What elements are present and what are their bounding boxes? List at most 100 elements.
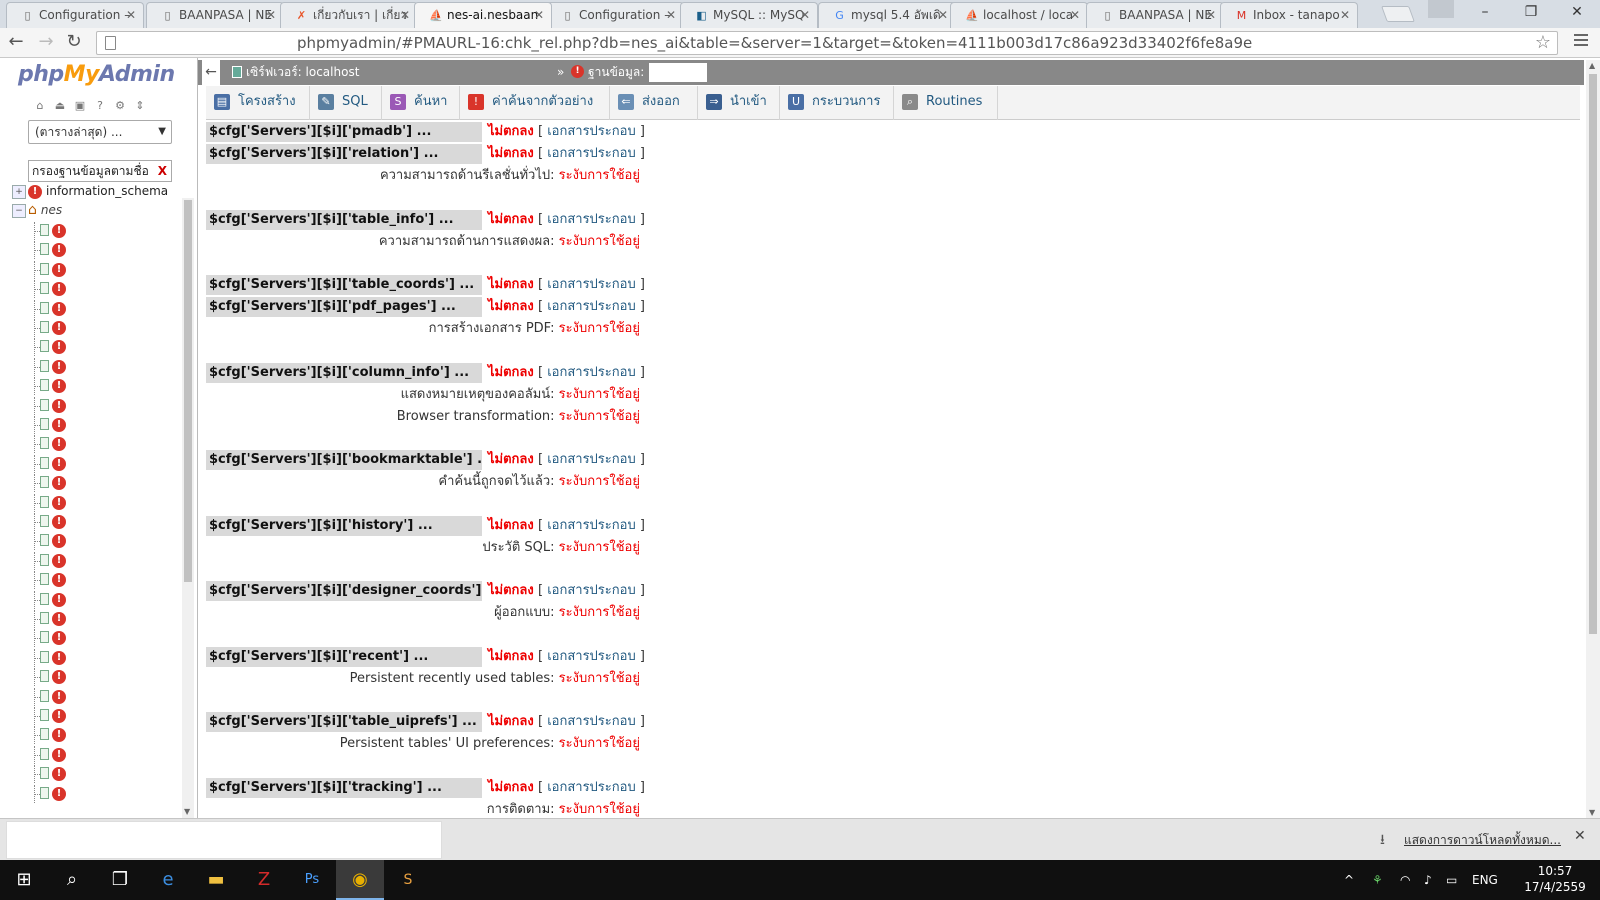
collapse-icon[interactable]: −	[12, 203, 26, 218]
search-icon[interactable]: ⌕	[48, 860, 96, 900]
tab-sql[interactable]: ✎ SQL	[310, 86, 382, 120]
table-tree-item[interactable]: !	[34, 474, 70, 493]
breadcrumb-server[interactable]: เซิร์ฟเวอร์: localhost	[246, 60, 359, 85]
wifi-icon[interactable]: ◠	[1400, 860, 1410, 900]
browser-tab[interactable]: ⛵ localhost / loca ✕	[950, 2, 1088, 28]
table-icon[interactable]	[40, 359, 49, 372]
table-icon[interactable]	[40, 224, 49, 236]
edge-icon[interactable]: e	[144, 860, 192, 900]
table-icon[interactable]	[40, 340, 49, 353]
clock[interactable]: 10:57 17/4/2559	[1520, 863, 1590, 895]
table-tree-item[interactable]: !	[34, 532, 70, 551]
tab-import[interactable]: ⇒ นำเข้า	[698, 86, 780, 120]
table-tree-item[interactable]: !	[34, 357, 70, 376]
table-icon[interactable]	[40, 728, 49, 741]
table-icon[interactable]	[40, 767, 49, 780]
db-tree-item-information-schema[interactable]: +! information_schema	[12, 182, 168, 201]
table-icon[interactable]	[40, 418, 49, 430]
close-icon[interactable]: ✕	[534, 3, 544, 28]
browser-tab[interactable]: ▯ BAANPASA | NE ✕	[1086, 2, 1224, 28]
table-tree-item[interactable]: !	[34, 551, 70, 570]
table-tree-item[interactable]: !	[34, 610, 70, 628]
table-tree-item[interactable]: !	[34, 377, 70, 396]
nav-scrollbar[interactable]: ▼	[182, 198, 194, 818]
table-tree-item[interactable]: !	[34, 260, 70, 279]
close-icon[interactable]: ✕	[938, 3, 948, 28]
db-tree-item-nes[interactable]: − ⌂ nes	[12, 201, 62, 220]
browser-tab[interactable]: ▯ BAANPASA | NE ✕	[146, 2, 284, 28]
home-icon[interactable]: ⌂	[32, 98, 48, 113]
browser-tab[interactable]: Gmysql 5.4 อัพเดิ ✕	[818, 2, 956, 28]
browser-tab[interactable]: ✗ เกี่ยวกับเรา | เกี่ยว ✕	[280, 2, 418, 28]
profile-button[interactable]	[1428, 0, 1454, 18]
sync-icon[interactable]: ⇕	[132, 98, 148, 113]
docs-icon[interactable]: ?	[92, 98, 108, 113]
table-tree-item[interactable]: !	[34, 687, 70, 706]
action-center-icon[interactable]: ▭	[1446, 860, 1457, 900]
file-explorer-icon[interactable]: ▬	[192, 860, 240, 900]
table-tree-item[interactable]: !	[34, 648, 70, 667]
browser-tab[interactable]: ▯ Configuration – ✕	[546, 2, 684, 28]
table-icon[interactable]	[40, 592, 49, 605]
scroll-up-icon[interactable]: ▲	[1589, 61, 1595, 70]
documentation-link[interactable]: เอกสารประกอบ	[547, 212, 636, 227]
tab-search[interactable]: S ค้นหา	[382, 86, 460, 120]
table-icon[interactable]	[40, 553, 49, 566]
main-scrollbar[interactable]: ▲ ▼	[1586, 60, 1600, 818]
close-icon[interactable]: ✕	[800, 3, 810, 28]
table-tree-item[interactable]: !	[34, 222, 70, 240]
table-tree-item[interactable]: !	[34, 571, 70, 590]
download-item[interactable]	[6, 821, 442, 859]
table-tree-item[interactable]: !	[34, 241, 70, 260]
table-icon[interactable]	[40, 612, 49, 624]
tray-chevron-icon[interactable]: ^	[1344, 860, 1354, 900]
close-icon[interactable]: ✕	[666, 3, 676, 28]
table-icon[interactable]	[40, 301, 49, 314]
table-tree-item[interactable]: !	[34, 590, 70, 609]
query-window-icon[interactable]: ▣	[72, 98, 88, 113]
documentation-link[interactable]: เอกสารประกอบ	[547, 714, 636, 729]
filter-clear-button[interactable]: X	[158, 161, 167, 181]
table-tree-item[interactable]: !	[34, 493, 70, 512]
table-icon[interactable]	[40, 534, 49, 547]
table-tree-item[interactable]: !	[34, 513, 70, 531]
table-icon[interactable]	[40, 437, 49, 450]
maximize-button[interactable]: ❐	[1508, 0, 1554, 26]
photoshop-icon[interactable]: Ps	[288, 860, 336, 900]
show-all-downloads-link[interactable]: แสดงการดาวน์โหลดทั้งหมด...	[1404, 831, 1561, 850]
forward-button[interactable]: →	[34, 31, 58, 55]
tab-export[interactable]: ⇐ ส่งออก	[610, 86, 698, 120]
table-icon[interactable]	[40, 495, 49, 508]
task-view-icon[interactable]: ❐	[96, 860, 144, 900]
close-icon[interactable]: ✕	[1070, 3, 1080, 28]
table-icon[interactable]	[40, 573, 49, 586]
table-icon[interactable]	[40, 650, 49, 663]
documentation-link[interactable]: เอกสารประกอบ	[547, 277, 636, 292]
scroll-down-icon[interactable]: ▼	[184, 807, 190, 816]
scroll-thumb[interactable]	[1589, 74, 1597, 634]
table-icon[interactable]	[40, 786, 49, 799]
browser-menu-icon[interactable]	[1574, 34, 1588, 48]
scroll-thumb[interactable]	[184, 200, 192, 582]
table-icon[interactable]	[40, 689, 49, 702]
table-tree-item[interactable]: !	[34, 454, 70, 473]
table-tree-item[interactable]: !	[34, 319, 70, 337]
back-button[interactable]: ←	[4, 31, 28, 55]
documentation-link[interactable]: เอกสารประกอบ	[547, 452, 636, 467]
recent-tables-select[interactable]: (ตารางล่าสุด) ... ▼	[28, 120, 172, 144]
table-tree-item[interactable]: !	[34, 280, 70, 299]
table-icon[interactable]	[40, 398, 49, 411]
reload-button[interactable]: ↻	[62, 31, 86, 55]
tab-query[interactable]: ! ค่าค้นจากตัวอย่าง	[460, 86, 610, 120]
browser-tab[interactable]: ▯ Configuration – ✕	[6, 2, 144, 28]
start-button[interactable]: ⊞	[0, 860, 48, 900]
table-tree-item[interactable]: !	[34, 668, 70, 687]
sublime-icon[interactable]: S	[384, 860, 432, 900]
collapse-nav-button[interactable]: ←	[202, 60, 220, 85]
table-tree-item[interactable]: !	[34, 707, 70, 725]
table-icon[interactable]	[40, 709, 49, 721]
breadcrumb-database[interactable]: ฐานข้อมูล:	[588, 60, 644, 85]
close-icon[interactable]: ✕	[266, 3, 276, 28]
documentation-link[interactable]: เอกสารประกอบ	[547, 780, 636, 795]
close-icon[interactable]: ✕	[400, 3, 410, 28]
